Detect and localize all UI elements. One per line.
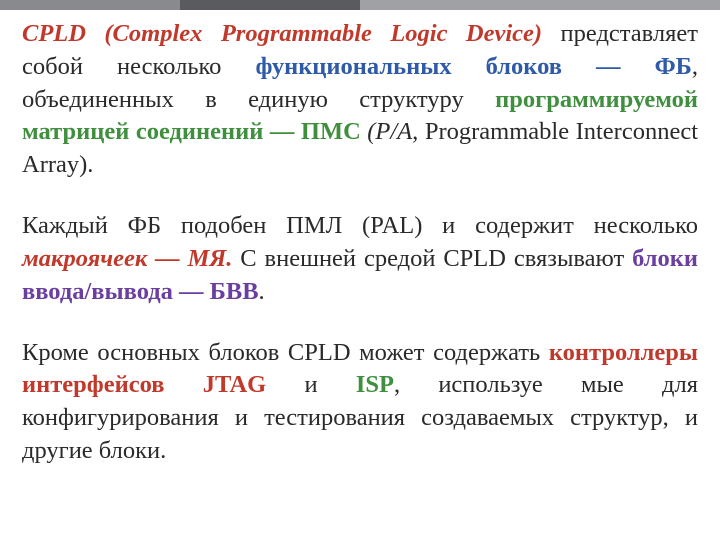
topbar-segment (0, 0, 180, 10)
text: Кроме основных блоков CPLD может содержа… (22, 339, 549, 366)
text: С внешней средой CPLD связывают (232, 245, 632, 272)
slide-body: CPLD (Complex Programmable Logic Device)… (22, 18, 698, 468)
term-functional-blocks: функциональных блоков — ФБ (255, 53, 691, 80)
text: Каждый ФБ подобен ПМЛ (PAL) и содержит н… (22, 212, 698, 239)
term-isp: ISP (356, 371, 394, 398)
slide: CPLD (Complex Programmable Logic Device)… (0, 0, 720, 540)
term-macrocells: макроячеек — МЯ. (22, 245, 232, 272)
decorative-top-bar (0, 0, 720, 10)
text: . (259, 278, 265, 305)
topbar-segment (180, 0, 360, 10)
topbar-segment (360, 0, 720, 10)
text-italic: (P/A, (361, 118, 419, 145)
paragraph-cpld-intro: CPLD (Complex Programmable Logic Device)… (22, 18, 698, 182)
paragraph-interfaces: Кроме основных блоков CPLD может содержа… (22, 337, 698, 468)
text: и (266, 371, 356, 398)
paragraph-fb-macro: Каждый ФБ подобен ПМЛ (PAL) и содержит н… (22, 210, 698, 308)
term-cpld: CPLD (Complex Programmable Logic Device) (22, 20, 542, 47)
